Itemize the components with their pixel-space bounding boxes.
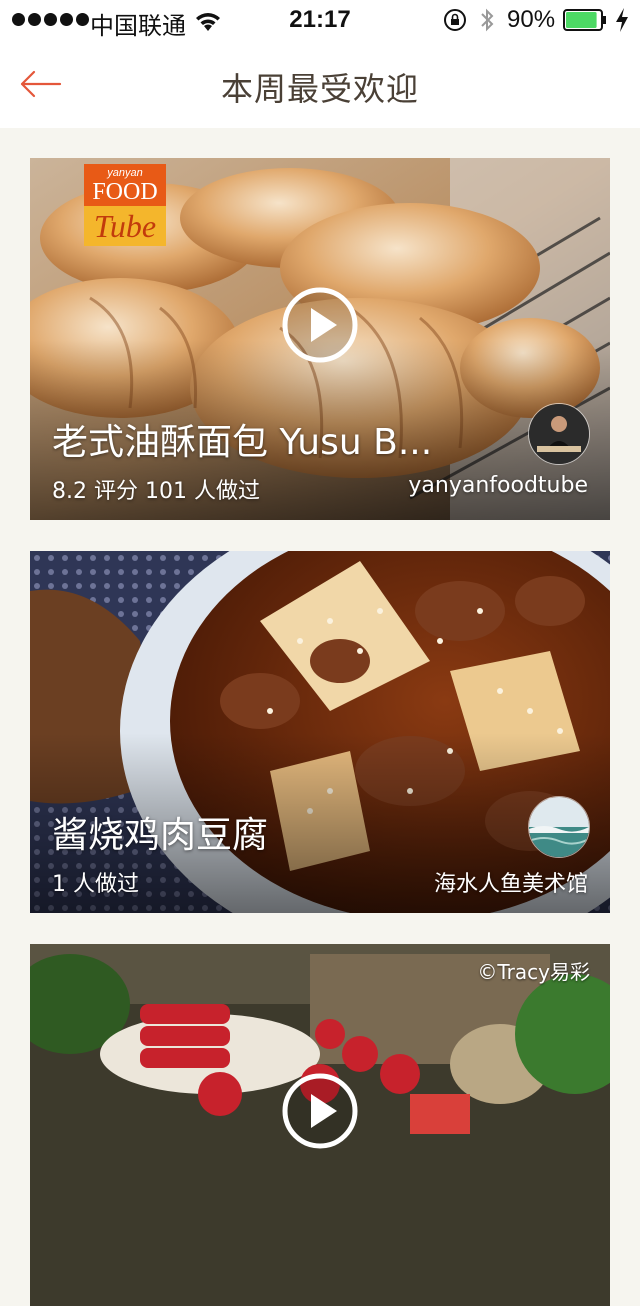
play-icon[interactable] xyxy=(281,1072,359,1150)
charging-icon xyxy=(616,8,628,32)
recipe-card[interactable]: 酱烧鸡肉豆腐 1 人做过 海水人鱼美术馆 xyxy=(30,551,610,913)
recipe-title: 老式油酥面包 Yusu B... xyxy=(52,422,433,463)
recipe-stats: 8.2 评分 101 人做过 xyxy=(52,479,260,504)
battery-icon xyxy=(563,9,606,31)
orientation-lock-icon xyxy=(444,9,466,31)
recipe-card[interactable]: ©Tracy易彩 xyxy=(30,944,610,1306)
page-title: 本周最受欢迎 xyxy=(220,70,419,108)
logo-line3: Tube xyxy=(84,206,166,246)
recipe-card[interactable]: yanyan FOOD Tube 老式油酥面包 Yusu B... 8.2 评分… xyxy=(30,158,610,520)
play-icon[interactable] xyxy=(281,286,359,364)
author-name[interactable]: yanyanfoodtube xyxy=(408,473,588,498)
channel-logo: yanyan FOOD Tube xyxy=(84,164,166,246)
logo-line2: FOOD xyxy=(92,179,158,205)
navigation-bar: 本周最受欢迎 xyxy=(0,40,640,128)
recipe-title: 酱烧鸡肉豆腐 xyxy=(52,815,269,856)
author-avatar[interactable] xyxy=(528,796,590,858)
logo-line1: yanyan xyxy=(107,167,143,179)
recipe-stats: 1 人做过 xyxy=(52,872,139,897)
status-bar: 中国联通 21:17 90% xyxy=(0,0,640,40)
battery-percent: 90% xyxy=(507,6,556,33)
author-name[interactable]: 海水人鱼美术馆 xyxy=(434,866,588,898)
bluetooth-icon xyxy=(481,8,494,32)
author-avatar[interactable] xyxy=(528,403,590,465)
image-watermark: ©Tracy易彩 xyxy=(477,960,590,984)
